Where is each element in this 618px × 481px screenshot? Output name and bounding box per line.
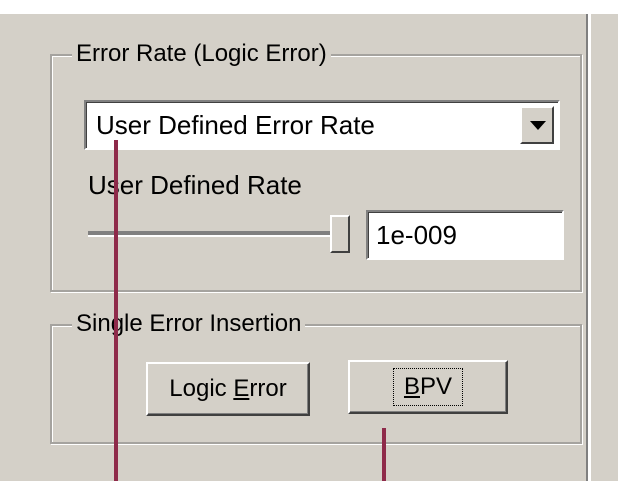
rate-input[interactable] bbox=[366, 210, 564, 260]
annotation-line-left bbox=[114, 140, 118, 481]
bpv-button[interactable]: BPV bbox=[348, 360, 508, 414]
annotation-line-right bbox=[382, 428, 386, 481]
rate-slider-thumb[interactable] bbox=[330, 215, 350, 253]
logic-error-button-label: Logic Error bbox=[169, 375, 287, 402]
bpv-button-label: BPV bbox=[392, 368, 464, 406]
top-strip bbox=[0, 0, 618, 14]
rate-slider-track[interactable] bbox=[88, 231, 350, 237]
user-defined-rate-label: User Defined Rate bbox=[88, 170, 302, 200]
panel-right-edge bbox=[586, 14, 591, 481]
error-rate-mode-value: User Defined Error Rate bbox=[96, 110, 375, 140]
single-error-group-title: Single Error Insertion bbox=[72, 309, 306, 339]
logic-error-button[interactable]: Logic Error bbox=[146, 362, 310, 416]
error-rate-group-title: Error Rate (Logic Error) bbox=[72, 39, 331, 69]
dialog-panel: Error Rate (Logic Error) User Defined Er… bbox=[0, 0, 618, 481]
error-rate-mode-select[interactable]: User Defined Error Rate bbox=[84, 100, 560, 150]
dropdown-button[interactable] bbox=[520, 106, 554, 144]
chevron-down-icon bbox=[530, 121, 546, 130]
